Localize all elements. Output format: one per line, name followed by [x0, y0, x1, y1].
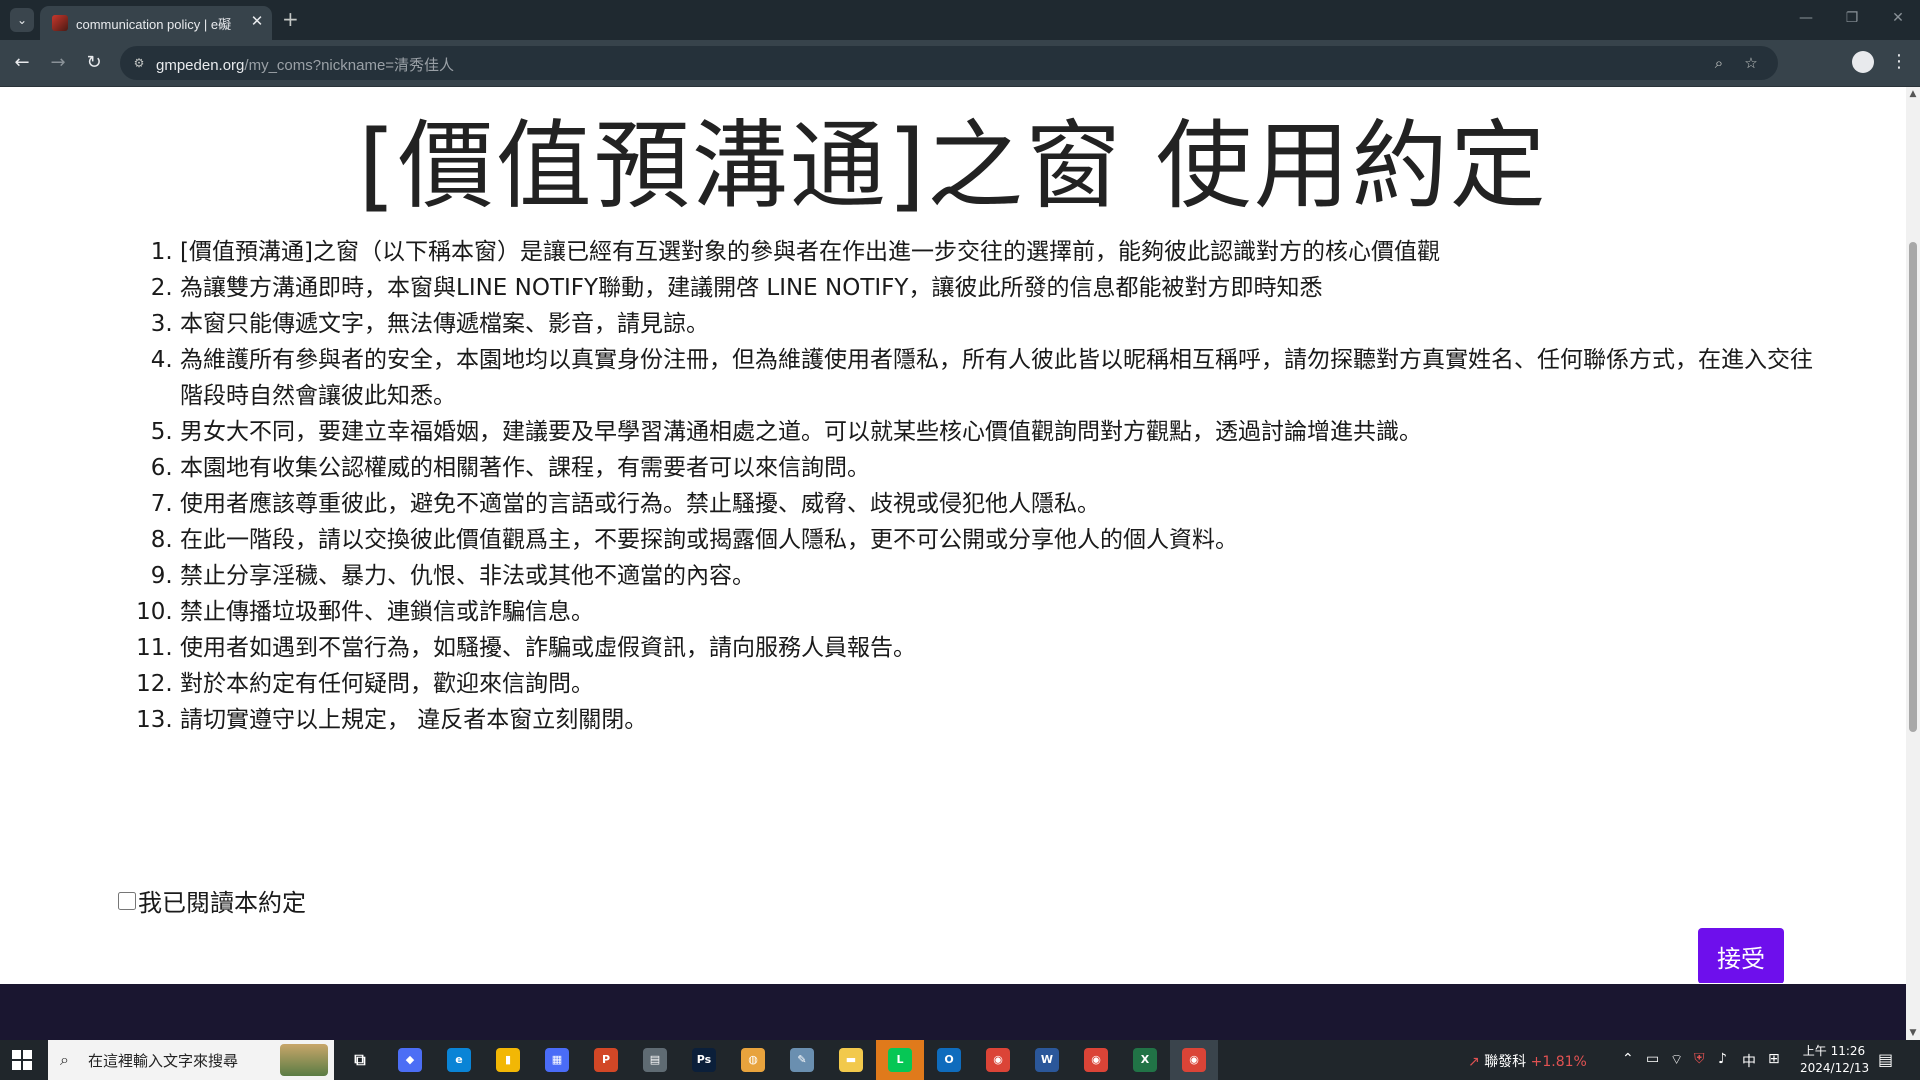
bookmark-star-icon[interactable]: ☆	[1742, 54, 1760, 72]
close-tab-icon[interactable]: ✕	[248, 12, 266, 30]
chrome-icon[interactable]: ◉	[986, 1048, 1010, 1072]
browser-toolbar: ← → ↻ ⚙ gmpeden.org/my_coms?nickname=清秀佳…	[0, 40, 1920, 87]
zoom-icon[interactable]: ⌕	[1710, 54, 1728, 72]
chrome-icon[interactable]: ◉	[1084, 1048, 1108, 1072]
word-icon[interactable]: W	[1035, 1048, 1059, 1072]
store-icon[interactable]: ▦	[545, 1048, 569, 1072]
stock-name: 聯發科	[1484, 1054, 1527, 1070]
accept-button[interactable]: 接受	[1698, 928, 1784, 983]
clock-time: 上午 11:26	[1802, 1044, 1866, 1058]
site-favicon-icon	[52, 15, 68, 31]
search-highlight-image	[280, 1044, 328, 1076]
scroll-up-icon[interactable]: ▲	[1906, 87, 1920, 101]
url-text[interactable]: gmpeden.org/my_coms?nickname=清秀佳人	[156, 54, 454, 75]
show-hidden-icons-icon[interactable]: ⌃	[1622, 1051, 1634, 1067]
paint-icon[interactable]: ◍	[741, 1048, 765, 1072]
browser-menu-icon[interactable]: ⋮	[1890, 50, 1908, 74]
ime-indicator[interactable]: 中	[1742, 1051, 1756, 1071]
page-title: [價值預溝通]之窗 使用約定	[358, 110, 1548, 222]
chrome-active-icon[interactable]: ◉	[1182, 1048, 1206, 1072]
search-icon: ⌕	[60, 1050, 69, 1069]
excel-icon[interactable]: X	[1133, 1048, 1157, 1072]
photoshop-icon[interactable]: Ps	[692, 1048, 716, 1072]
rule-item: 禁止傳播垃圾郵件、連鎖信或詐騙信息。	[180, 594, 1820, 630]
ime-mode-icon[interactable]: ⊞	[1768, 1051, 1780, 1067]
rule-item: 本園地有收集公認權威的相關著作、課程，有需要者可以來信詢問。	[180, 450, 1820, 486]
network-icon[interactable]: ⌔	[1670, 1051, 1683, 1069]
volume-icon[interactable]: ♪	[1718, 1051, 1727, 1067]
taskbar: ⌕ 在這裡輸入文字來搜尋 ⧉ ◆ e ▮ ▦ P ▤ Ps ◍ ✎ ▬ L O ◉ W ◉ X ◉ ↗ 聯發科 …	[0, 1040, 1920, 1080]
stock-trend-icon: ↗	[1468, 1054, 1480, 1070]
forward-icon[interactable]: →	[46, 51, 70, 75]
tab-search-button[interactable]: ⌄	[10, 8, 34, 32]
page-scrollbar[interactable]: ▲ ▼	[1906, 87, 1920, 1040]
minimize-icon[interactable]: —	[1796, 10, 1816, 26]
restore-icon[interactable]: ❐	[1842, 10, 1862, 26]
taskbar-search-placeholder: 在這裡輸入文字來搜尋	[88, 1052, 239, 1070]
new-tab-icon[interactable]: +	[282, 8, 299, 30]
scroll-down-icon[interactable]: ▼	[1906, 1026, 1920, 1040]
rule-item: 使用者如遇到不當行為，如騷擾、詐騙或虛假資訊，請向服務人員報告。	[180, 630, 1820, 666]
stock-widget[interactable]: ↗ 聯發科 +1.81%	[1468, 1051, 1587, 1071]
rule-item: 請切實遵守以上規定， 違反者本窗立刻關閉。	[180, 702, 1820, 738]
rule-item: 對於本約定有任何疑問，歡迎來信詢問。	[180, 666, 1820, 702]
edit-icon[interactable]: ✎	[790, 1048, 814, 1072]
rule-item: 為讓雙方溝通即時，本窗與LINE NOTIFY聯動，建議開啓 LINE NOTI…	[180, 270, 1820, 306]
agree-row: 我已閱讀本約定	[118, 883, 306, 918]
rule-item: 在此一階段，請以交換彼此價值觀爲主，不要探詢或揭露個人隱私，更不可公開或分享他人…	[180, 522, 1820, 558]
profile-avatar-icon[interactable]	[1852, 51, 1874, 73]
rule-item: [價值預溝通]之窗（以下稱本窗）是讓已經有互選對象的參與者在作出進一步交往的選擇…	[180, 234, 1820, 270]
site-info-icon[interactable]: ⚙	[130, 54, 148, 72]
rules-list: [價值預溝通]之窗（以下稱本窗）是讓已經有互選對象的參與者在作出進一步交往的選擇…	[140, 234, 1820, 738]
file-icon[interactable]: ▮	[496, 1048, 520, 1072]
agree-label[interactable]: 我已閱讀本約定	[138, 883, 306, 918]
clock[interactable]: 上午 11:26 2024/12/13	[1800, 1043, 1870, 1077]
reload-icon[interactable]: ↻	[82, 51, 106, 75]
line-icon[interactable]: L	[888, 1048, 912, 1072]
scroll-thumb[interactable]	[1909, 242, 1917, 732]
url-host: gmpeden.org	[156, 57, 245, 74]
rule-item: 男女大不同，要建立幸福婚姻，建議要及早學習溝通相處之道。可以就某些核心價值觀詢問…	[180, 414, 1820, 450]
security-icon[interactable]: ⛨	[1694, 1051, 1705, 1067]
windows-start-icon[interactable]	[12, 1050, 32, 1070]
page-content: [價值預溝通]之窗 使用約定 [價值預溝通]之窗（以下稱本窗）是讓已經有互選對象…	[0, 87, 1906, 983]
taskbar-search-box[interactable]: ⌕ 在這裡輸入文字來搜尋	[48, 1040, 334, 1080]
rule-item: 本窗只能傳遞文字，無法傳遞檔案、影音，請見諒。	[180, 306, 1820, 342]
address-bar[interactable]: ⚙ gmpeden.org/my_coms?nickname=清秀佳人 ⌕ ☆	[120, 46, 1778, 80]
back-icon[interactable]: ←	[10, 51, 34, 75]
rule-item: 禁止分享淫穢、暴力、仇恨、非法或其他不適當的內容。	[180, 558, 1820, 594]
notifications-icon[interactable]: ▤	[1878, 1050, 1898, 1069]
copilot-icon[interactable]: ◆	[398, 1048, 422, 1072]
outlook-icon[interactable]: O	[937, 1048, 961, 1072]
close-window-icon[interactable]: ✕	[1888, 10, 1908, 26]
rule-item: 為維護所有參與者的安全，本園地均以真實身份注冊，但為維護使用者隱私，所有人彼此皆…	[180, 342, 1820, 414]
meet-now-icon[interactable]: ▭	[1646, 1051, 1659, 1067]
browser-tab[interactable]: communication policy | e礙 ✕	[40, 6, 272, 40]
task-view-icon[interactable]: ⧉	[348, 1048, 372, 1072]
rule-item: 使用者應該尊重彼此，避免不適當的言語或行為。禁止騷擾、威脅、歧視或侵犯他人隱私。	[180, 486, 1820, 522]
folder-icon[interactable]: ▬	[839, 1048, 863, 1072]
clock-date: 2024/12/13	[1800, 1061, 1870, 1075]
tab-strip: ⌄ communication policy | e礙 ✕ + — ❐ ✕	[0, 0, 1920, 40]
stock-change: +1.81%	[1530, 1054, 1587, 1070]
url-path: /my_coms?nickname=清秀佳人	[244, 57, 455, 74]
edge-icon[interactable]: e	[447, 1048, 471, 1072]
powerpoint-icon[interactable]: P	[594, 1048, 618, 1072]
tab-title: communication policy | e礙	[76, 17, 232, 32]
page-footer	[0, 984, 1906, 1040]
agree-checkbox[interactable]	[118, 891, 136, 910]
calculator-icon[interactable]: ▤	[643, 1048, 667, 1072]
